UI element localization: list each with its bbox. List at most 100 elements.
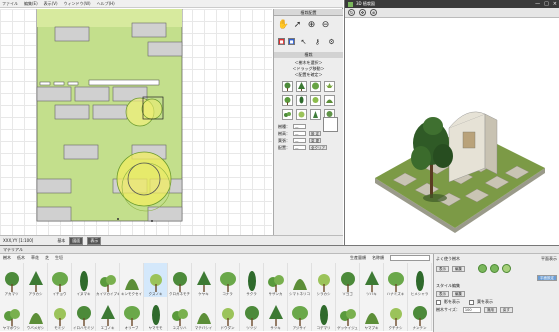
library-item[interactable]: カイヅカイブキ [96,263,120,297]
library-item[interactable]: イチョウ [48,263,72,297]
menu-view[interactable]: 表示(V) [44,1,58,7]
cursor-icon[interactable]: ↖ [298,36,309,47]
search-input[interactable] [390,255,430,261]
tree-type-icon[interactable] [282,81,293,92]
library-item[interactable]: ドウダン [216,297,240,331]
blue-mode-button[interactable]: ■ [288,38,295,45]
library-item[interactable]: イロハモミジ [72,297,96,331]
reset-button[interactable]: 戻す [499,307,513,313]
favorites-edit-button[interactable]: 編集 [452,265,465,272]
menu-edit[interactable]: 編集(E) [24,1,38,7]
library-item[interactable]: ヤマモモ [144,297,168,331]
library-item[interactable]: ヤマボウシ [0,297,24,331]
red-mode-button[interactable]: ■ [278,38,285,45]
library-item[interactable]: サザンカ [264,263,288,297]
prop-select[interactable]: — [293,145,306,150]
minimize-icon[interactable]: — [535,1,540,7]
settings-icon[interactable]: ⚙ [326,36,337,47]
shadow-checkbox[interactable] [436,299,441,305]
tree-type-icon[interactable] [296,109,307,120]
menu-window[interactable]: ウィンドウ(W) [64,1,91,7]
library-item[interactable]: コデマリ [312,297,336,331]
tree-type-icon[interactable] [324,95,335,106]
sort-option-2[interactable]: 名称順 [372,255,384,261]
change-button[interactable]: 変 更 [309,138,322,143]
library-item[interactable]: クチナシ [384,297,408,331]
sort-option-1[interactable]: 生産量順 [350,255,366,261]
library-item[interactable]: キンモクセイ [120,263,144,297]
library-item[interactable]: ユズリハ [168,297,192,331]
tree-type-icon[interactable] [310,81,321,92]
library-item[interactable]: クスノキ [144,263,168,297]
library-item[interactable]: アカマツ [0,263,24,297]
style-show-button[interactable]: 表示 [436,291,449,297]
menu-help[interactable]: ヘルプ(H) [97,1,115,7]
leaf-checkbox[interactable] [469,299,474,305]
set-button[interactable]: 設 定 [309,131,322,136]
tree-type-icon[interactable] [296,81,307,92]
library-item[interactable]: ソヨゴ [336,263,360,297]
tree-type-icon[interactable] [282,95,293,106]
library-item[interactable]: ヤマブキ [360,297,384,331]
tree-type-icon[interactable] [282,109,293,120]
library-item[interactable]: マテバシイ [192,297,216,331]
library-item[interactable]: ツバキ [360,263,384,297]
clear-all-button[interactable]: 全クリア [309,145,327,150]
library-item[interactable]: ヒメシャラ [408,263,432,297]
tab-trees[interactable]: 樹木 [3,255,11,261]
plan-style-3-icon[interactable] [502,264,511,273]
menu-file[interactable]: ファイル [2,1,18,7]
zoom-icon[interactable]: ⊕ [370,9,377,16]
prop-select[interactable]: — [293,131,306,136]
tree-type-icon[interactable] [310,95,321,106]
tab-shrubs[interactable]: 低木 [17,255,25,261]
style-edit-button[interactable]: 編集 [452,291,465,297]
library-item[interactable]: ケヤキ [192,263,216,297]
hand-icon[interactable]: ✋ [278,19,289,30]
pan-icon[interactable]: ✥ [359,9,366,16]
tree-type-icon[interactable] [296,95,307,106]
rotate-icon[interactable]: ↻ [348,9,355,16]
library-item[interactable]: アジサイ [288,297,312,331]
tab-hedge[interactable]: 生垣 [55,255,63,261]
library-item[interactable]: ハナミズキ [384,263,408,297]
zoom-in-icon[interactable]: ⊕ [306,19,317,30]
library-item[interactable]: サクラ [240,263,264,297]
library-item[interactable]: シラカシ [312,263,336,297]
plan-style-2-icon[interactable] [490,264,499,273]
library-item[interactable]: シマトネリコ [288,263,312,297]
pointer-icon[interactable]: ➚ [292,19,303,30]
prop-select[interactable]: — [293,138,306,143]
tab-lawn[interactable]: 芝 [45,255,49,261]
plan-drawing[interactable] [0,9,272,235]
library-item[interactable]: エゴノキ [96,297,120,331]
library-item[interactable]: ツツジ [240,297,264,331]
plan-canvas[interactable] [0,9,272,235]
maximize-icon[interactable]: □ [544,1,549,7]
apply-button[interactable]: 適用 [483,307,497,313]
library-item[interactable]: ウバメガシ [24,297,48,331]
tree-type-icon[interactable] [324,81,335,92]
library-item[interactable]: ナンテン [408,297,432,331]
plan-style-1-icon[interactable] [478,264,487,273]
prop-select[interactable]: — [293,124,306,129]
tree-type-icon[interactable] [310,109,321,120]
view3d-scene[interactable] [345,18,559,245]
close-icon[interactable]: × [553,1,557,7]
drawing-button[interactable]: 図面 [69,236,84,245]
scale-input[interactable]: 100 [462,307,481,313]
library-item[interactable]: モミジ [48,297,72,331]
library-item[interactable]: オリーブ [120,297,144,331]
library-item[interactable]: アラカシ [24,263,48,297]
key-icon[interactable]: ⚷ [312,36,323,47]
favorites-show-button[interactable]: 表示 [436,265,449,272]
library-item[interactable]: クロガネモチ [168,263,192,297]
library-item[interactable]: イヌマキ [72,263,96,297]
library-item[interactable]: コナラ [216,263,240,297]
library-item[interactable]: サツキ [264,297,288,331]
plan-settings-button[interactable]: 平面設定 [537,275,557,281]
display-button[interactable]: 表示 [87,236,102,245]
zoom-out-icon[interactable]: ⊖ [320,19,331,30]
tab-flowers[interactable]: 草花 [31,255,39,261]
library-item[interactable]: ゲッケイジュ [336,297,360,331]
